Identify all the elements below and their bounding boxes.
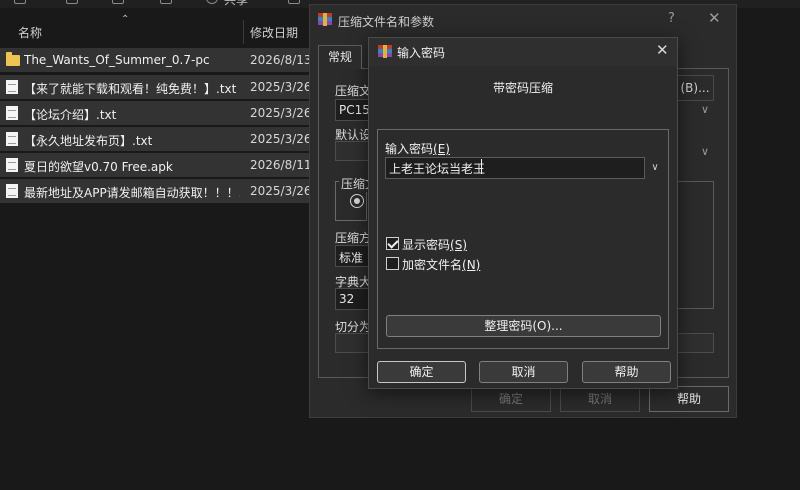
encrypt-filenames-text: 加密文件名 [402,258,463,272]
help-icon[interactable]: ? [668,11,675,26]
dialog-title-bar[interactable]: 输入密码 ✕ [369,38,677,66]
archive-name-label: 压缩文 [335,84,372,98]
file-name: 【论坛介绍】.txt [24,108,117,122]
toolbar-button-icon[interactable] [14,0,26,4]
chevron-down-icon[interactable]: ∨ [701,103,709,116]
show-password-text: 显示密码 [402,238,451,252]
help-button[interactable]: 帮助 [649,386,729,412]
organize-passwords-button[interactable]: 整理密码(O)... [386,315,661,337]
toolbar-button-icon[interactable] [288,0,300,4]
dictionary-select[interactable]: 32 [335,288,371,310]
file-date: 2025/3/26 [250,132,312,146]
encrypt-filenames-label[interactable]: 加密文件名(N) [402,256,480,273]
format-radio-selected[interactable] [350,194,364,208]
file-icon [6,158,18,172]
password-input[interactable] [385,157,645,179]
text-file-icon [6,106,18,120]
file-row[interactable]: 【来了就能下载和观看！纯免费！】.txt 2025/3/26 [0,75,312,99]
file-name: 夏日的欲望v0.70 Free.apk [24,160,173,174]
file-name: 【永久地址发布页】.txt [24,134,153,148]
dialog-title: 输入密码 [397,46,446,60]
file-row[interactable]: The_Wants_Of_Summer_0.7-pc 2026/8/13 [0,48,312,72]
cancel-button[interactable]: 取消 [479,361,568,383]
file-name: 最新地址及APP请发邮箱自动获取！！！.... [24,186,240,200]
cancel-button[interactable]: 取消 [560,386,640,412]
dictionary-value: 32 [339,292,355,306]
file-row[interactable]: 最新地址及APP请发邮箱自动获取！！！.... 2025/3/26 [0,179,312,203]
toolbar-button-icon[interactable] [112,0,124,4]
split-field[interactable] [335,333,371,353]
toolbar-button-icon[interactable] [160,0,172,4]
password-input-hotkey: (E) [433,142,450,156]
close-icon[interactable]: ✕ [708,9,721,27]
text-file-icon [6,184,18,198]
dialog-title: 压缩文件名和参数 [338,15,435,29]
file-date: 2025/3/26 [250,80,312,94]
dialog-subtitle: 带密码压缩 [492,81,553,95]
encrypt-filenames-checkbox[interactable] [386,257,399,270]
file-name: 【来了就能下载和观看！纯免费！】.txt [24,82,237,96]
share-button-label[interactable]: 共享 [224,0,248,8]
show-password-checkbox[interactable] [386,237,399,250]
chevron-down-icon[interactable]: ∨ [701,145,709,158]
dialog-title-bar[interactable]: 压缩文件名和参数 ? ✕ [310,5,736,35]
browse-button[interactable]: (B)... [676,75,714,101]
archive-name-field[interactable]: PC158 [335,99,378,121]
column-modified-date[interactable]: 修改日期 [250,24,298,41]
share-icon[interactable] [206,0,218,4]
folder-icon [6,52,20,66]
help-button[interactable]: 帮助 [582,361,671,383]
password-input-label: 输入密码(E) [385,140,450,157]
file-row[interactable]: 【永久地址发布页】.txt 2025/3/26 [0,127,312,151]
tab-general[interactable]: 常规 [318,45,362,69]
sort-ascending-icon: ⌃ [121,14,130,25]
winrar-icon [378,45,392,58]
winrar-icon [318,13,332,26]
split-unit-select[interactable] [674,333,714,353]
file-row[interactable]: 夏日的欲望v0.70 Free.apk 2026/8/11 [0,153,312,177]
password-dialog: 输入密码 ✕ 带密码压缩 输入密码(E) ∨ 显示密码(S) 加密文件名(N) … [368,37,678,389]
show-password-hotkey: (S) [450,238,467,252]
close-icon[interactable]: ✕ [656,41,669,59]
text-file-icon [6,132,18,146]
ok-button[interactable]: 确定 [471,386,551,412]
file-date: 2026/8/11 [250,158,312,172]
method-label: 压缩方 [335,231,372,245]
chevron-down-icon[interactable]: ∨ [647,158,663,178]
file-date: 2025/3/26 [250,184,312,198]
file-name: The_Wants_Of_Summer_0.7-pc [24,53,210,67]
toolbar-button-icon[interactable] [66,0,78,4]
ok-button[interactable]: 确定 [377,361,466,383]
file-date: 2025/3/26 [250,106,312,120]
text-caret [481,159,482,174]
method-select[interactable]: 标准 [335,245,371,267]
text-file-icon [6,80,18,94]
column-divider[interactable] [243,20,244,44]
method-value: 标准 [339,251,364,265]
column-name[interactable]: 名称 [18,24,42,41]
profile-button[interactable] [335,141,371,161]
column-header: ⌃ 名称 修改日期 [0,14,310,44]
file-row[interactable]: 【论坛介绍】.txt 2025/3/26 [0,101,312,125]
encrypt-filenames-hotkey: (N) [462,258,481,272]
file-date: 2026/8/13 [250,53,312,67]
show-password-label[interactable]: 显示密码(S) [402,236,467,253]
password-input-label-text: 输入密码 [385,142,434,156]
